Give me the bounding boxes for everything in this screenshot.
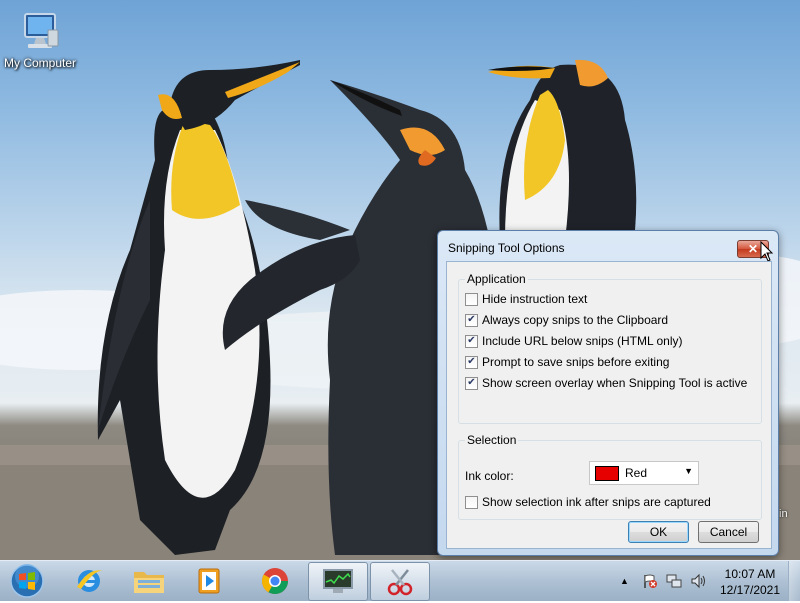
clock-time: 10:07 AM bbox=[724, 567, 776, 581]
network-icon[interactable] bbox=[666, 573, 682, 589]
hide-instruction-text-checkbox[interactable] bbox=[465, 292, 478, 306]
taskbar-media-player[interactable] bbox=[180, 562, 238, 599]
selection-group-title: Selection bbox=[465, 433, 519, 447]
close-icon: ✕ bbox=[747, 242, 759, 256]
show-desktop-button[interactable] bbox=[788, 561, 800, 601]
mouse-cursor-icon bbox=[760, 241, 774, 262]
include-url-option[interactable]: ✔ Include URL below snips (HTML only) bbox=[465, 334, 683, 348]
show-selection-ink-checkbox[interactable] bbox=[465, 495, 478, 509]
windows-orb-icon bbox=[10, 564, 44, 598]
start-button[interactable] bbox=[6, 562, 48, 600]
taskbar-internet-explorer[interactable] bbox=[60, 562, 118, 599]
application-group-title: Application bbox=[465, 272, 528, 286]
include-url-checkbox[interactable]: ✔ bbox=[465, 334, 478, 348]
wallpaper-edge-text: in bbox=[779, 508, 788, 520]
chrome-icon bbox=[262, 567, 289, 594]
selection-group: Selection Ink color: Red ▼ Show selectio… bbox=[458, 433, 762, 520]
taskbar: ▲ 10:07 AM 12/17/2021 bbox=[0, 560, 800, 601]
internet-explorer-icon bbox=[77, 569, 103, 592]
show-hidden-icons-button[interactable]: ▲ bbox=[620, 576, 629, 586]
show-overlay-checkbox[interactable]: ✔ bbox=[465, 376, 478, 390]
ink-color-value: Red bbox=[625, 466, 648, 480]
action-center-flag-icon[interactable] bbox=[642, 573, 658, 589]
copy-to-clipboard-option[interactable]: ✔ Always copy snips to the Clipboard bbox=[465, 313, 668, 327]
ink-color-dropdown[interactable]: Red ▼ bbox=[589, 461, 699, 485]
option-label: Always copy snips to the Clipboard bbox=[482, 313, 669, 327]
hide-instruction-text-option[interactable]: Hide instruction text bbox=[465, 292, 587, 306]
taskbar-task-manager[interactable] bbox=[308, 562, 368, 601]
taskbar-clock[interactable]: 10:07 AM 12/17/2021 bbox=[718, 566, 782, 598]
prompt-to-save-checkbox[interactable]: ✔ bbox=[465, 355, 478, 369]
dropdown-arrow-icon: ▼ bbox=[684, 466, 693, 476]
desktop-icon-label: My Computer bbox=[3, 56, 77, 70]
dialog-body: Application Hide instruction text ✔ Alwa… bbox=[446, 261, 772, 549]
scissors-icon bbox=[387, 568, 413, 595]
taskbar-chrome[interactable] bbox=[246, 562, 304, 599]
dialog-title: Snipping Tool Options bbox=[448, 241, 565, 255]
desktop-icon-my-computer[interactable]: My Computer bbox=[0, 8, 80, 70]
snipping-tool-options-dialog: Snipping Tool Options ✕ Application Hide… bbox=[437, 230, 779, 556]
ok-button[interactable]: OK bbox=[628, 521, 689, 543]
option-label: Include URL below snips (HTML only) bbox=[482, 334, 683, 348]
cancel-button[interactable]: Cancel bbox=[698, 521, 759, 543]
computer-icon bbox=[24, 13, 59, 48]
show-overlay-option[interactable]: ✔ Show screen overlay when Snipping Tool… bbox=[465, 376, 747, 390]
option-label: Hide instruction text bbox=[482, 292, 588, 306]
monitor-icon bbox=[323, 568, 353, 593]
option-label: Show selection ink after snips are captu… bbox=[482, 495, 711, 509]
folder-icon bbox=[134, 571, 164, 593]
option-label: Prompt to save snips before exiting bbox=[482, 355, 670, 369]
prompt-to-save-option[interactable]: ✔ Prompt to save snips before exiting bbox=[465, 355, 669, 369]
application-group: Application Hide instruction text ✔ Alwa… bbox=[458, 272, 762, 424]
taskbar-file-explorer[interactable] bbox=[120, 562, 178, 599]
volume-icon[interactable] bbox=[690, 573, 708, 589]
option-label: Show screen overlay when Snipping Tool i… bbox=[482, 376, 748, 390]
clock-date: 12/17/2021 bbox=[719, 583, 781, 597]
copy-to-clipboard-checkbox[interactable]: ✔ bbox=[465, 313, 478, 327]
show-selection-ink-option[interactable]: Show selection ink after snips are captu… bbox=[465, 495, 711, 509]
ink-color-swatch bbox=[595, 465, 619, 481]
ink-color-label: Ink color: bbox=[465, 469, 514, 483]
taskbar-snipping-tool[interactable] bbox=[370, 562, 430, 601]
media-player-icon bbox=[198, 568, 220, 593]
